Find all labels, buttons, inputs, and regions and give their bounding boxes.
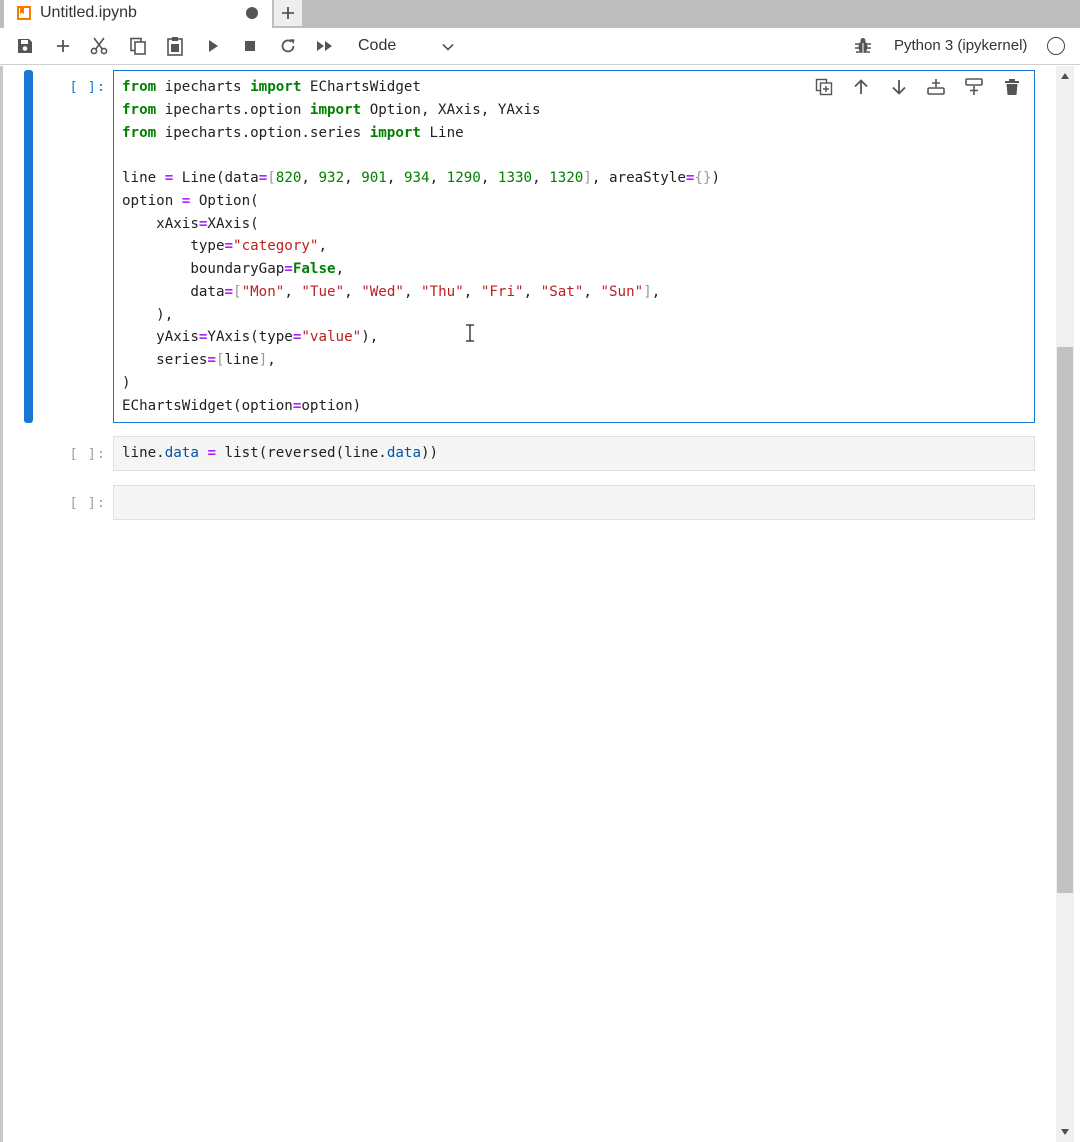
code-cell-editor[interactable]: line.data = list(reversed(line.data)) <box>113 436 1035 471</box>
move-down-icon <box>892 80 906 95</box>
cell-toolbar <box>813 76 1025 98</box>
insert-cell-icon <box>57 40 69 52</box>
paste-button[interactable] <box>165 36 185 56</box>
chevron-down-icon <box>442 43 454 51</box>
delete-cell-button[interactable] <box>1001 76 1023 98</box>
notebook-tab[interactable]: Untitled.ipynb <box>4 0 272 28</box>
cell-type-dropdown[interactable]: Code <box>346 35 464 59</box>
save-icon <box>18 39 32 53</box>
run-all-button[interactable] <box>315 36 335 56</box>
code-text[interactable]: from ipecharts import EChartsWidget from… <box>122 76 720 417</box>
cut-icon <box>90 37 108 55</box>
cell-prompt: [ ]: <box>69 446 106 462</box>
insert-above-button[interactable] <box>925 76 947 98</box>
cell-type-label: Code <box>358 37 397 54</box>
run-button[interactable] <box>203 36 223 56</box>
move-up-button[interactable] <box>850 76 872 98</box>
notebook-toolbar: Code Python 3 (ipykernel) <box>0 28 1080 65</box>
code-cell-editor[interactable]: from ipecharts import EChartsWidget from… <box>113 70 1035 423</box>
add-tab-button[interactable] <box>274 0 302 26</box>
cut-button[interactable] <box>89 36 109 56</box>
delete-icon <box>1005 79 1019 95</box>
triangle-down-icon <box>1061 1129 1069 1135</box>
duplicate-icon <box>815 78 833 96</box>
insert-below-icon <box>965 78 983 95</box>
text-cursor-icon <box>466 324 474 342</box>
triangle-up-icon <box>1061 73 1069 79</box>
scrollbar-thumb[interactable] <box>1057 347 1073 893</box>
kernel-status-icon <box>1047 37 1065 55</box>
scroll-down-button[interactable] <box>1057 1124 1073 1140</box>
insert-below-button[interactable] <box>963 76 985 98</box>
copy-icon <box>130 37 146 55</box>
tab-bar: Untitled.ipynb <box>0 0 1080 28</box>
duplicate-cell-button[interactable] <box>813 76 835 98</box>
run-icon <box>209 40 218 52</box>
kernel-name[interactable]: Python 3 (ipykernel) <box>894 37 1027 54</box>
scroll-up-button[interactable] <box>1057 68 1073 84</box>
unsaved-dot-icon[interactable] <box>246 7 258 19</box>
paste-icon <box>167 37 183 56</box>
plus-icon <box>282 7 294 19</box>
left-panel-edge <box>0 66 3 1142</box>
code-text[interactable]: line.data = list(reversed(line.data)) <box>122 442 438 465</box>
window-edge <box>1074 66 1080 1142</box>
insert-above-icon <box>927 79 945 95</box>
empty-code-cell-editor[interactable] <box>113 485 1035 520</box>
move-up-icon <box>854 79 868 94</box>
restart-icon <box>281 39 295 53</box>
stop-button[interactable] <box>240 36 260 56</box>
notebook-icon <box>17 6 31 20</box>
stop-icon <box>245 41 255 51</box>
bug-icon[interactable] <box>854 37 872 55</box>
save-button[interactable] <box>15 36 35 56</box>
insert-cell-button[interactable] <box>53 36 73 56</box>
restart-button[interactable] <box>278 36 298 56</box>
move-down-button[interactable] <box>888 76 910 98</box>
tab-title: Untitled.ipynb <box>40 4 137 21</box>
cell-prompt: [ ]: <box>69 79 106 95</box>
active-cell-indicator[interactable] <box>24 70 33 423</box>
run-all-icon <box>317 41 332 51</box>
cell-prompt: [ ]: <box>69 495 106 511</box>
copy-button[interactable] <box>128 36 148 56</box>
